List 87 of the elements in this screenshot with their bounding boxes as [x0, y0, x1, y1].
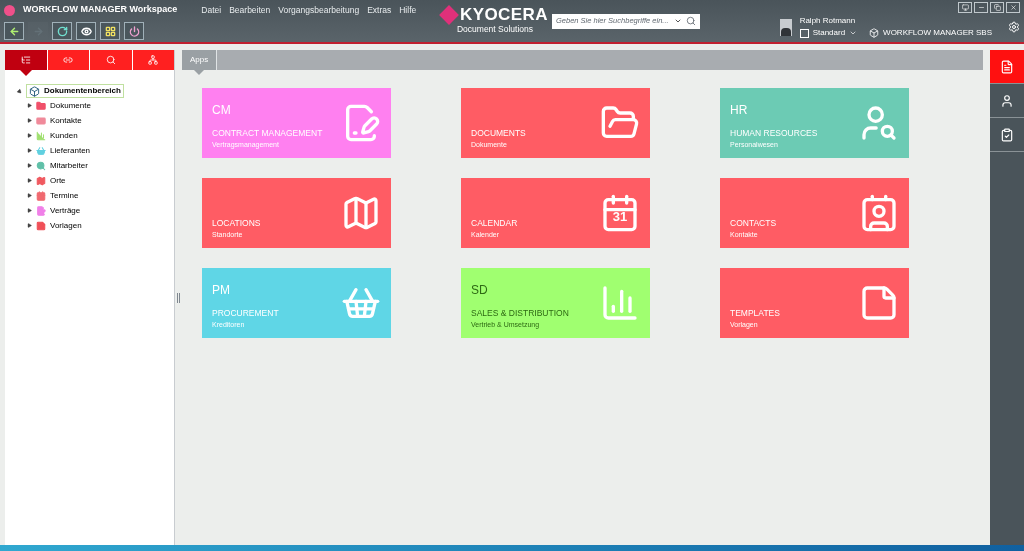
tile-title: CALENDAR	[471, 216, 519, 230]
expand-arrow-icon[interactable]	[27, 178, 32, 183]
clipboard-icon	[1000, 127, 1014, 142]
tile-abbreviation: CM	[212, 101, 232, 119]
expand-arrow-icon[interactable]	[15, 87, 24, 95]
tree-item[interactable]: Kunden	[50, 129, 78, 142]
close-icon	[1009, 4, 1017, 11]
restore-layout-button[interactable]	[958, 2, 972, 13]
logo-text: KYOCERA	[460, 6, 548, 24]
expand-arrow-icon[interactable]	[27, 193, 32, 198]
tile-title: HUMAN RESOURCES	[730, 126, 819, 140]
tree-root-label: Dokumentenbereich	[44, 85, 121, 97]
link-tab[interactable]	[47, 50, 89, 70]
tree-item[interactable]: Orte	[50, 174, 66, 187]
tree-item[interactable]: Termine	[50, 189, 79, 202]
tile-title: LOCATIONS	[212, 216, 262, 230]
tile-abbreviation: SD	[471, 281, 489, 299]
menu-item[interactable]: Hilfe	[399, 3, 417, 17]
selection-pointer-icon	[194, 70, 205, 75]
view-button[interactable]	[76, 22, 96, 40]
close-button[interactable]	[1006, 2, 1020, 13]
monitor-icon	[961, 4, 969, 11]
expand-arrow-icon[interactable]	[27, 223, 32, 228]
tile-abbreviation: HR	[730, 101, 749, 119]
menu-item[interactable]: Extras	[367, 3, 392, 17]
tree-icon	[20, 55, 31, 65]
restore-icon	[993, 4, 1001, 11]
tree-item[interactable]: Vorlagen	[50, 219, 82, 232]
user-name: Ralph Rotmann	[799, 15, 857, 27]
tile-title: DOCUMENTS	[471, 126, 527, 140]
app-logo-icon	[4, 4, 15, 16]
view-icon	[80, 25, 92, 37]
window-title: WORKFLOW MANAGER Workspace	[23, 3, 178, 17]
power-icon	[128, 25, 140, 37]
expand-arrow-icon[interactable]	[27, 163, 32, 168]
selection-pointer-icon	[19, 70, 32, 76]
tile-title: PROCUREMENT	[212, 306, 280, 320]
note-icon	[859, 283, 899, 323]
back-button[interactable]	[4, 22, 24, 40]
tree-item[interactable]: Lieferanten	[50, 144, 91, 157]
network-icon	[148, 55, 159, 65]
person-icon	[1000, 93, 1014, 108]
tile-abbreviation: PM	[212, 281, 231, 299]
contact-card-icon	[859, 193, 899, 233]
expand-arrow-icon[interactable]	[27, 133, 32, 138]
caret-icon[interactable]	[849, 29, 858, 37]
search-icon[interactable]	[686, 16, 696, 26]
tile-title: TEMPLATES	[730, 306, 781, 320]
tile-title: CONTRACT MANAGEMENT	[212, 126, 324, 140]
refresh-icon	[56, 25, 68, 37]
link-icon	[63, 55, 74, 65]
document-panel-tab[interactable]	[990, 50, 1024, 84]
network-tab[interactable]	[132, 50, 174, 70]
document-icon	[1000, 59, 1014, 74]
profile-dropdown[interactable]: Standard	[812, 27, 846, 39]
modules-button[interactable]	[100, 22, 120, 40]
cube-icon	[29, 85, 40, 97]
tile-title: CONTACTS	[730, 216, 778, 230]
refresh-button[interactable]	[52, 22, 72, 40]
workspace-label: WORKFLOW MANAGER SBS	[883, 27, 992, 39]
minimize-icon	[977, 4, 985, 11]
cube-icon	[869, 28, 880, 38]
back-icon	[8, 25, 20, 37]
expand-arrow-icon[interactable]	[27, 208, 32, 213]
tile-title: SALES & DISTRIBUTION	[471, 306, 570, 320]
menu-item[interactable]: Datei	[201, 3, 222, 17]
power-button[interactable]	[124, 22, 144, 40]
expand-arrow-icon[interactable]	[27, 148, 32, 153]
search-icon	[105, 55, 116, 65]
dropdown-caret-icon[interactable]	[674, 17, 682, 25]
maximize-button[interactable]	[990, 2, 1004, 13]
avatar-icon	[779, 18, 792, 36]
menu-item[interactable]: Bearbeiten	[229, 3, 271, 17]
profile-icon	[799, 28, 809, 38]
tree-item[interactable]: Kontakte	[50, 114, 82, 127]
person-search-icon	[859, 103, 899, 143]
tree-item[interactable]: Dokumente	[50, 99, 91, 112]
logo-tagline: Document Solutions	[456, 23, 534, 36]
tree-item[interactable]: Mitarbeiter	[50, 159, 88, 172]
tree-root-item[interactable]: Dokumentenbereich	[26, 84, 124, 98]
menu-item[interactable]: Vorgangsbearbeitung	[278, 3, 360, 17]
splitter-handle-icon[interactable]	[177, 292, 180, 303]
expand-arrow-icon[interactable]	[27, 118, 32, 123]
expand-arrow-icon[interactable]	[27, 103, 32, 108]
tree-item[interactable]: Verträge	[50, 204, 81, 217]
settings-icon[interactable]	[1008, 21, 1020, 33]
minimize-button[interactable]	[974, 2, 988, 13]
